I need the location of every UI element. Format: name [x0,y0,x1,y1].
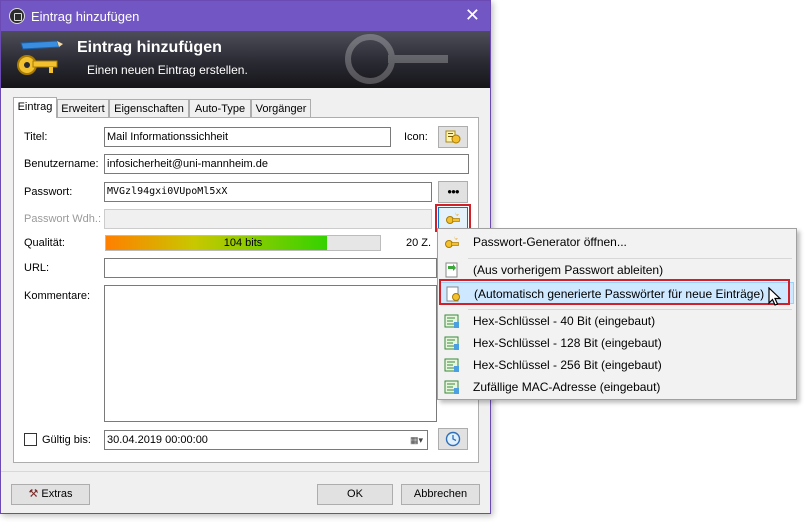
tools-icon: ⚒ [28,488,39,500]
show-password-button[interactable]: ●●● [438,181,468,203]
derive-icon [445,262,458,278]
hex-key-icon [444,314,459,328]
extras-button[interactable]: ⚒ Extras [11,484,90,505]
menu-item-hex-40[interactable]: Hex-Schlüssel - 40 Bit (eingebaut) [440,310,794,332]
menu-item-label: (Aus vorherigem Passwort ableiten) [473,263,664,277]
expires-date-input[interactable]: 30.04.2019 00:00:00 ▦▾ [104,430,428,450]
expires-date-value: 30.04.2019 00:00:00 [107,434,208,446]
title-input[interactable]: Mail Informationssichheit [104,127,391,147]
tab-eintrag[interactable]: Eintrag [13,97,57,118]
title-label: Titel: [24,131,48,143]
comments-textarea[interactable] [104,285,437,422]
username-input[interactable]: infosicherheit@uni-mannheim.de [104,154,469,174]
dialog-button-bar: ⚒ Extras OK Abbrechen [1,471,490,514]
menu-item-label: Zufällige MAC-Adresse (eingebaut) [473,380,661,394]
key-generator-icon [445,236,459,248]
banner-title: Eintrag hinzufügen [77,39,222,56]
tab-auto-type[interactable]: Auto-Type [189,99,251,117]
tab-erweitert[interactable]: Erweitert [57,99,109,117]
menu-item-derive-previous[interactable]: (Aus vorherigem Passwort ableiten) [440,259,794,281]
ok-button[interactable]: OK [317,484,393,505]
menu-item-hex-128[interactable]: Hex-Schlüssel - 128 Bit (eingebaut) [440,332,794,354]
extras-label: Extras [41,488,73,500]
icon-label: Icon: [404,131,428,143]
password-input[interactable]: MVGzl94gxi0VUpoMl5xX [104,182,432,202]
password-generator-menu: Passwort-Generator öffnen... (Aus vorher… [437,228,797,400]
password-label: Passwort: [24,186,73,198]
menu-item-hex-256[interactable]: Hex-Schlüssel - 256 Bit (eingebaut) [440,354,794,376]
keepass-lock-icon [9,8,25,24]
repeat-password-input[interactable] [104,209,432,229]
expiry-presets-button[interactable] [438,428,468,450]
menu-item-random-mac[interactable]: Zufällige MAC-Adresse (eingebaut) [440,376,794,398]
banner-subtitle: Einen neuen Eintrag erstellen. [87,63,248,77]
hex-key-icon [444,336,459,350]
quality-bits: 104 bits [223,237,263,249]
icon-picker-icon [445,130,461,144]
menu-item-open-generator[interactable]: Passwort-Generator öffnen... [440,231,794,253]
tab-eigenschaften[interactable]: Eigenschaften [109,99,189,117]
window-title: Eintrag hinzufügen [31,9,140,24]
quality-bar: 104 bits [105,235,381,251]
calendar-dropdown-icon[interactable]: ▦▾ [410,431,423,449]
url-input[interactable] [104,258,437,278]
expires-checkbox[interactable] [24,433,37,446]
title-bar: Eintrag hinzufügen ✕ [1,1,490,31]
banner-watermark-icon [345,34,448,84]
comments-label: Kommentare: [24,290,91,302]
close-button[interactable]: ✕ [465,5,480,25]
menu-item-label: Hex-Schlüssel - 128 Bit (eingebaut) [473,336,662,350]
clock-icon [445,431,461,447]
menu-item-label: Passwort-Generator öffnen... [473,235,627,249]
repeat-password-label: Passwort Wdh.: [24,213,102,225]
menu-item-highlight-box [439,279,790,305]
cancel-button[interactable]: Abbrechen [401,484,480,505]
icon-picker-button[interactable] [438,126,468,148]
mac-address-icon [444,380,459,394]
add-entry-dialog: Eintrag hinzufügen ✕ Eintrag hinzufügen … [0,0,491,514]
key-pencil-icon [17,40,63,75]
quality-label: Qualität: [24,237,65,249]
tab-vorgaenger[interactable]: Vorgänger [251,99,311,117]
url-label: URL: [24,262,50,274]
username-label: Benutzername: [24,158,99,170]
menu-item-label: Hex-Schlüssel - 256 Bit (eingebaut) [473,358,662,372]
quality-char-count: 20 Z. [406,237,432,249]
menu-item-label: Hex-Schlüssel - 40 Bit (eingebaut) [473,314,656,328]
expires-label: Gültig bis: [42,434,91,446]
hex-key-icon [444,358,459,372]
header-banner: Eintrag hinzufügen Einen neuen Eintrag e… [1,31,490,88]
mouse-cursor-icon [768,287,782,306]
